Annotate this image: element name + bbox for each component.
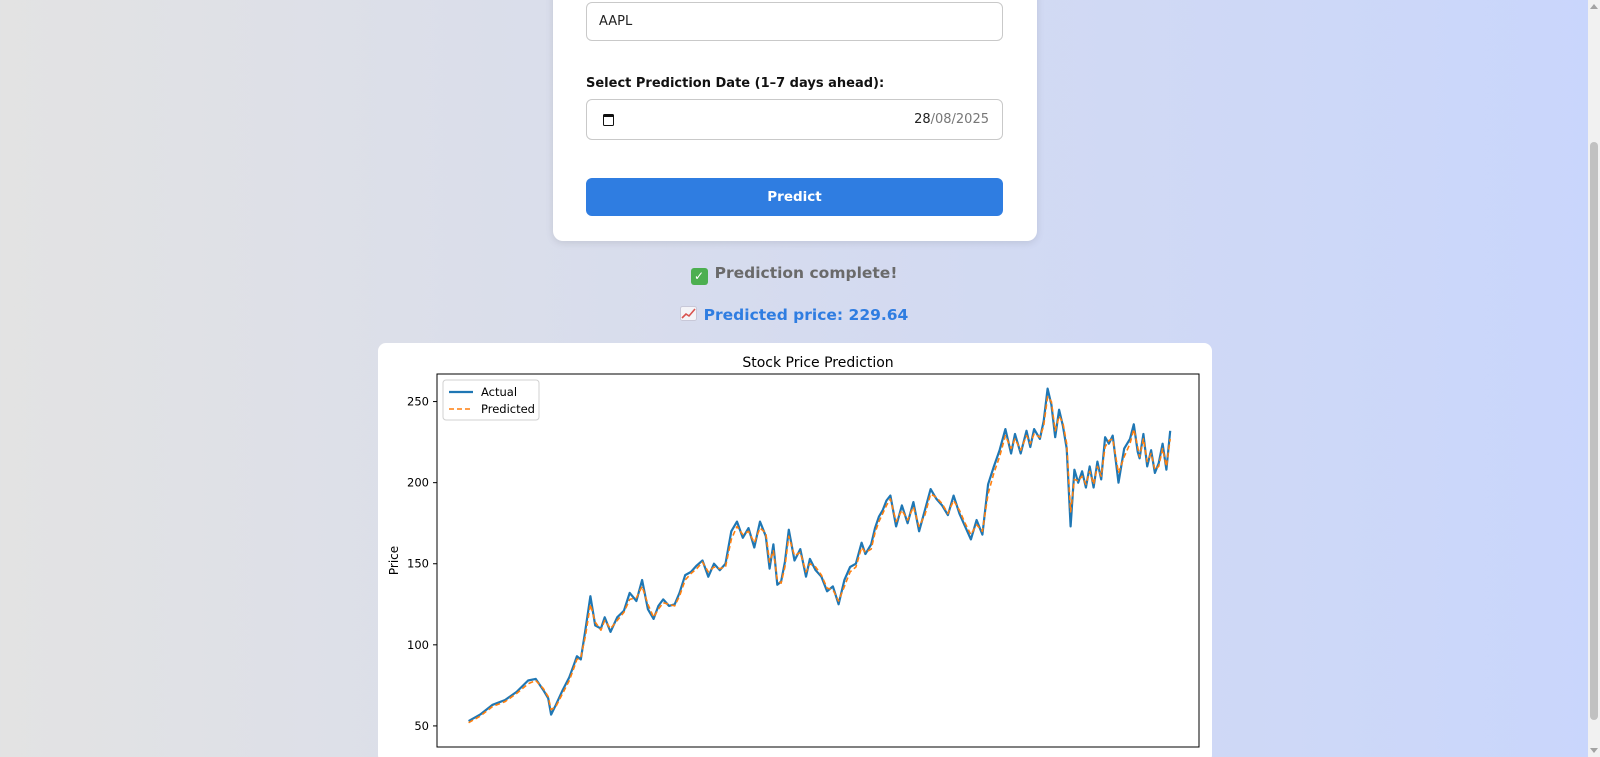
legend-label-actual: Actual: [481, 385, 517, 399]
scrollbar[interactable]: [1588, 0, 1600, 757]
scroll-thumb[interactable]: [1590, 142, 1598, 720]
chart-title: Stock Price Prediction: [742, 355, 893, 371]
scroll-up-arrow-icon[interactable]: [1590, 4, 1598, 9]
stock-price-chart: Stock Price Prediction 50 100 150 200 250 Pric…: [387, 355, 1200, 748]
y-axis-label: Price: [387, 546, 401, 575]
date-label: Select Prediction Date (1–7 days ahead):: [586, 76, 885, 91]
y-tick-label: 150: [407, 557, 429, 571]
calendar-icon[interactable]: [603, 114, 614, 126]
predicted-price: Predicted price: 229.64: [0, 306, 1588, 324]
y-tick-label: 100: [407, 638, 429, 652]
prediction-status: ✓ Prediction complete!: [0, 264, 1588, 285]
status-text: Prediction complete!: [714, 264, 898, 282]
plot-frame: [436, 373, 1200, 748]
chart-increasing-icon: [679, 306, 697, 321]
predict-button[interactable]: Predict: [586, 178, 1003, 216]
ticker-input[interactable]: [586, 2, 1003, 41]
chart-card: Stock Price Prediction 50 100 150 200 250 Pric…: [378, 343, 1212, 757]
y-tick-label: 200: [407, 476, 429, 490]
date-day[interactable]: 28: [914, 112, 931, 127]
y-tick-label: 250: [407, 395, 429, 409]
checkmark-icon: ✓: [690, 268, 708, 285]
y-tick-label: 50: [414, 719, 429, 733]
scroll-down-arrow-icon[interactable]: [1590, 748, 1598, 753]
date-value[interactable]: 28/08/2025: [914, 112, 989, 127]
legend-label-predicted: Predicted: [481, 402, 535, 416]
predicted-price-text: Predicted price: 229.64: [703, 306, 909, 324]
prediction-date-input[interactable]: 28/08/2025: [586, 99, 1003, 140]
date-month-year[interactable]: /08/2025: [931, 112, 989, 127]
